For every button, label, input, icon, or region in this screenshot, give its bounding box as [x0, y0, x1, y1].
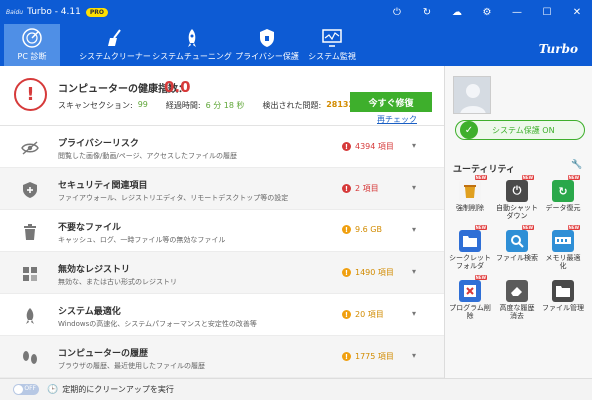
schedule-label: 定期的にクリーンアップを実行: [62, 385, 174, 394]
tool-file-manager[interactable]: ファイル管理: [541, 280, 585, 312]
warning-dot-icon: !: [342, 310, 351, 319]
rocket-icon: [179, 27, 205, 49]
tool-file-search[interactable]: NEW ファイル検索: [495, 225, 539, 262]
tab-system-cleaner[interactable]: システムクリーナー: [79, 24, 151, 66]
main-nav: PC 診断 システムクリーナー システムチューニング プライバシー保護 システム…: [0, 24, 592, 66]
chevron-down-icon[interactable]: ▾: [412, 309, 416, 318]
tool-auto-shutdown[interactable]: ⏻ NEW 自動シャット ダウン: [495, 175, 539, 220]
warning-dot-icon: !: [342, 268, 351, 277]
tool-force-delete[interactable]: NEW 強制削除: [448, 175, 492, 212]
app-logo: Baidu: [6, 8, 24, 16]
file-search-icon: NEW: [506, 225, 534, 252]
list-item-optimization[interactable]: システム最適化 Windowsの高速化、システムパフォーマンスと安定性の改善等 …: [0, 294, 444, 336]
program-uninstall-icon: NEW: [459, 275, 487, 302]
pro-badge: PRO: [85, 7, 108, 17]
maximize-icon[interactable]: ☐: [532, 0, 562, 24]
trash-icon: [20, 223, 40, 241]
list-item-history[interactable]: コンピューターの履歴 ブラウザの履歴、最近使用したファイルの履歴 ! 1775 項…: [0, 336, 444, 378]
list-item-junk-files[interactable]: 不要なファイル キャッシュ、ログ、一時ファイル等の無効なファイル ! 9.6 GB…: [0, 210, 444, 252]
system-protection-toggle[interactable]: ✓ システム保護 ON: [455, 120, 585, 140]
recheck-link[interactable]: 再チェック: [377, 114, 417, 125]
app-title: Turbo - 4.11: [27, 7, 81, 17]
refresh-icon[interactable]: ↻: [412, 0, 442, 24]
schedule-toggle[interactable]: OFF: [13, 384, 39, 395]
monitor-icon: [319, 27, 345, 49]
power-icon[interactable]: ⏻: [382, 0, 412, 24]
close-icon[interactable]: ✕: [562, 0, 592, 24]
scan-stats: スキャンセクション: 99 経過時間: 6 分 18 秒 検出された問題: 28…: [58, 100, 355, 110]
brand-logo: Turbo: [538, 42, 578, 56]
tab-system-monitor[interactable]: システム監視: [304, 24, 360, 66]
clock-icon: 🕒: [47, 384, 59, 395]
chevron-down-icon[interactable]: ▾: [412, 141, 416, 150]
force-delete-icon: NEW: [459, 175, 487, 202]
footprints-icon: [20, 349, 40, 367]
tab-pc-diagnosis[interactable]: PC 診断: [4, 24, 60, 66]
registry-blocks-icon: [20, 265, 40, 283]
warning-dot-icon: !: [342, 352, 351, 361]
tool-history-erase[interactable]: 高度な履歴 消去: [495, 280, 539, 320]
tool-data-restore[interactable]: ↻ NEW データ復元: [541, 175, 585, 212]
right-panel: ✓ システム保護 ON ユーティリティ 🔧 NEW 強制削除 ⏻ NEW 自動シ…: [444, 66, 592, 378]
fix-now-button[interactable]: 今すぐ修復: [350, 92, 432, 112]
secret-folder-icon: NEW: [459, 225, 487, 252]
title-bar: Baidu Turbo - 4.11 PRO ⏻ ↻ ☁ ⚙ — ☐ ✕: [0, 0, 592, 24]
memory-icon: NEW: [552, 225, 580, 252]
power-timer-icon: ⏻ NEW: [506, 175, 534, 202]
broom-icon: [102, 27, 128, 49]
tool-memory-optimize[interactable]: NEW メモリ最適 化: [541, 225, 585, 270]
chevron-down-icon[interactable]: ▾: [412, 267, 416, 276]
alert-icon: !: [14, 78, 47, 111]
warning-dot-icon: !: [342, 142, 351, 151]
radar-icon: [19, 27, 45, 49]
minimize-icon[interactable]: —: [502, 0, 532, 24]
file-manager-icon: [552, 280, 574, 302]
warning-dot-icon: !: [342, 184, 351, 193]
wrench-icon[interactable]: 🔧: [571, 160, 582, 170]
tool-secret-folder[interactable]: NEW シークレット フォルダ: [448, 225, 492, 270]
cloud-icon[interactable]: ☁: [442, 0, 472, 24]
shield-check-icon: ✓: [460, 121, 478, 139]
utility-title: ユーティリティ: [453, 165, 515, 175]
shield-plus-icon: [20, 181, 40, 199]
list-item-security[interactable]: セキュリティ関連項目 ファイアウォール、レジストリエディタ、リモートデスクトップ…: [0, 168, 444, 210]
gear-icon[interactable]: ⚙: [472, 0, 502, 24]
footer-bar: OFF 🕒 定期的にクリーンアップを実行: [0, 378, 592, 400]
list-item-privacy[interactable]: プライバシーリスク 閲覧した画像/動画/ページ、アクセスしたファイルの履歴 ! 4…: [0, 126, 444, 168]
tool-program-uninstall[interactable]: NEW プログラム削 除: [448, 275, 492, 320]
chevron-down-icon[interactable]: ▾: [412, 225, 416, 234]
elapsed-time: 6 分 18 秒: [205, 101, 245, 110]
data-restore-icon: ↻ NEW: [552, 175, 580, 202]
shield-lock-icon: [254, 27, 280, 49]
tab-privacy-protection[interactable]: プライバシー保護: [235, 24, 299, 66]
chevron-down-icon[interactable]: ▾: [412, 183, 416, 192]
scan-count: 99: [137, 100, 148, 109]
eye-slash-icon: [20, 139, 40, 157]
list-item-registry[interactable]: 無効なレジストリ 無効な、または古い形式のレジストリ ! 1490 項目 ▾: [0, 252, 444, 294]
history-erase-icon: [506, 280, 528, 302]
avatar[interactable]: [453, 76, 491, 114]
rocket-icon: [20, 307, 40, 325]
chevron-down-icon[interactable]: ▾: [412, 351, 416, 360]
warning-dot-icon: !: [342, 225, 351, 234]
tab-system-tuning[interactable]: システムチューニング: [152, 24, 232, 66]
health-index-value: 0.0: [164, 78, 191, 96]
issue-list: プライバシーリスク 閲覧した画像/動画/ページ、アクセスしたファイルの履歴 ! 4…: [0, 126, 444, 378]
